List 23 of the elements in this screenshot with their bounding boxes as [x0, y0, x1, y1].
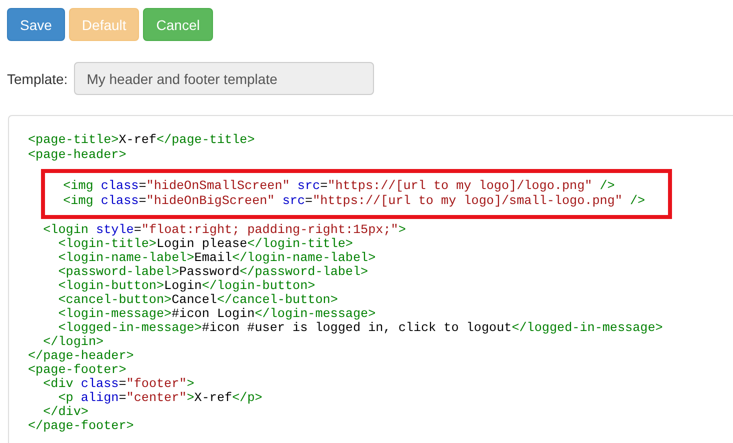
code-line: <login-name-label>Email</login-name-label>	[57, 251, 377, 265]
code-line: </page-footer>	[28, 419, 135, 433]
code-line: </login>	[42, 335, 105, 349]
code-line: <cancel-button>Cancel</cancel-button>	[57, 293, 339, 307]
code-line: <login-title>Login please</login-title>	[57, 237, 354, 251]
cancel-button[interactable]: Cancel	[143, 8, 213, 41]
template-label: Template:	[7, 70, 68, 86]
code-line: <page-title>X-ref</page-title>	[28, 133, 256, 148]
code-line: </div>	[42, 405, 90, 419]
code-line: <page-footer>	[28, 363, 128, 377]
code-line: <password-label>Password</password-label>	[57, 265, 370, 279]
code-line: <page-header>	[28, 148, 128, 163]
code-line: <logged-in-message>#icon #user is logged in, click to logout</logged-in-message>	[57, 321, 664, 335]
code-line: <login style="float:right; padding-right:15px;">	[42, 223, 407, 237]
code-line: <p align="center">X-ref</p>	[57, 391, 264, 405]
code-line: <div class="footer">	[42, 377, 196, 391]
save-button[interactable]: Save	[7, 8, 65, 41]
code-line: <img class="hideOnBigScreen" src="https://[url to my logo]/small-logo.png" />	[62, 194, 646, 209]
code-line: </page-header>	[28, 349, 135, 363]
template-field[interactable]: My header and footer template	[74, 62, 374, 95]
code-line: <img class="hideOnSmallScreen" src="https://[url to my logo]/logo.png" />	[62, 179, 616, 194]
code-line: <login-button>Login</login-button>	[57, 279, 316, 293]
code-line: <login-message>#icon Login</login-message>	[57, 307, 377, 321]
